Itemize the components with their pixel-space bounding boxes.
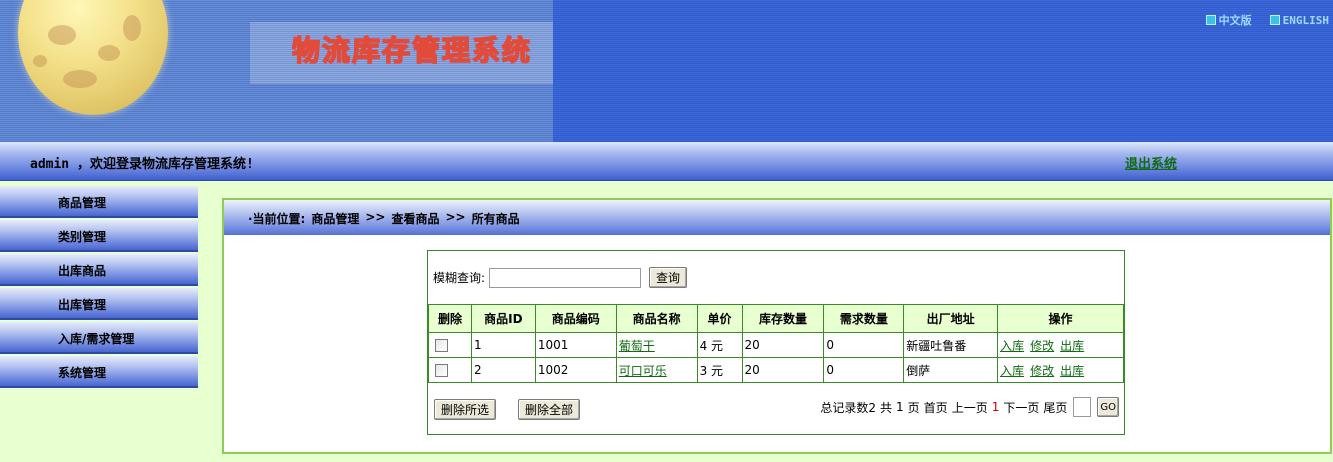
goods-name-cell: 葡萄干 (615, 332, 698, 358)
table-row: 1 1001 葡萄干 4 元 20 0 新疆吐鲁番 入库 修改 出库 (428, 332, 1124, 358)
banner: 物流库存管理系统 中文版 ENGLISH (0, 0, 1333, 142)
nav-item-label: 类别管理 (58, 230, 107, 244)
column-header: 出厂地址 (903, 304, 999, 333)
prev-page-link[interactable]: 上一页 (952, 399, 988, 416)
search-label: 模糊查询: (433, 271, 486, 285)
goods-name-cell: 可口可乐 (615, 357, 698, 383)
goods-origin: 新疆吐鲁番 (903, 332, 999, 358)
page-jump-input[interactable] (1073, 397, 1092, 417)
system-logo: 物流库存管理系统 (292, 33, 532, 68)
goods-table-box: 模糊查询: 查询 删除 商品ID 商品编码 商品名称 单价 库存数量 需求数量 … (427, 250, 1125, 435)
delete-selected-button[interactable]: 删除所选 (434, 399, 497, 420)
goods-name-link[interactable]: 可口可乐 (619, 364, 667, 378)
square-icon (1269, 15, 1280, 25)
goods-id: 1 (470, 332, 536, 358)
nav-item-outbound-goods[interactable]: 出库商品 (0, 254, 198, 286)
nav-item-category-management[interactable]: 类别管理 (0, 220, 198, 252)
breadcrumb-separator: >> (365, 210, 386, 224)
goods-demand: 0 (823, 332, 905, 358)
goods-origin: 倒萨 (903, 357, 999, 383)
breadcrumb-level2: 查看商品 (391, 212, 440, 226)
delete-all-button[interactable]: 删除全部 (518, 399, 581, 420)
column-header: 商品编码 (534, 304, 617, 333)
breadcrumb-level3: 所有商品 (471, 212, 520, 226)
lang-en-link[interactable]: ENGLISH (1269, 12, 1329, 28)
pages-suffix: 页 (907, 400, 920, 415)
goods-code: 1002 (534, 357, 617, 383)
pages-prefix: 共 (880, 400, 893, 415)
pager: 总记录数2 共 1 页 首页 上一页 1 下一页 尾页 GO (820, 397, 1119, 417)
outbound-link[interactable]: 出库 (1060, 362, 1084, 379)
goods-stock: 20 (741, 357, 825, 383)
nav-item-outbound-management[interactable]: 出库管理 (0, 288, 198, 320)
breadcrumb-prefix: ·当前位置: (248, 212, 306, 226)
column-header: 删除 (428, 304, 472, 333)
next-page-link[interactable]: 下一页 (1003, 399, 1039, 416)
column-header: 操作 (997, 304, 1124, 333)
goods-price: 3 元 (696, 357, 743, 383)
table-footer: 删除所选 删除全部 总记录数2 共 1 页 首页 上一页 1 下一页 尾页 GO (428, 397, 1124, 421)
inbound-link[interactable]: 入库 (1000, 337, 1024, 354)
table-row: 2 1002 可口可乐 3 元 20 0 倒萨 入库 修改 出库 (428, 357, 1124, 383)
current-page: 1 (991, 400, 1000, 414)
nav-item-system-management[interactable]: 系统管理 (0, 356, 198, 388)
square-icon (1205, 15, 1216, 25)
page-count: 1 (896, 400, 904, 414)
nav-item-label: 出库管理 (58, 298, 107, 312)
ops-cell: 入库 修改 出库 (997, 357, 1124, 383)
go-button[interactable]: GO (1097, 397, 1119, 417)
column-header: 需求数量 (823, 304, 905, 333)
logout-link[interactable]: 退出系统 (1125, 153, 1177, 172)
column-header: 商品ID (470, 304, 536, 333)
nav-item-label: 商品管理 (58, 196, 107, 210)
outbound-link[interactable]: 出库 (1060, 337, 1084, 354)
nav-item-label: 出库商品 (58, 264, 107, 278)
left-nav: 商品管理 类别管理 出库商品 出库管理 入库/需求管理 系统管理 (0, 181, 198, 462)
delete-cell (428, 332, 472, 358)
column-header: 商品名称 (615, 304, 698, 333)
inbound-link[interactable]: 入库 (1000, 362, 1024, 379)
breadcrumb-level1: 商品管理 (311, 212, 360, 226)
goods-code: 1001 (534, 332, 617, 358)
row-checkbox[interactable] (435, 363, 448, 377)
nav-item-goods-management[interactable]: 商品管理 (0, 186, 198, 218)
row-checkbox[interactable] (435, 338, 448, 352)
welcome-text: admin ，欢迎登录物流库存管理系统! (30, 157, 254, 172)
nav-item-label: 入库/需求管理 (58, 332, 135, 346)
nav-item-label: 系统管理 (58, 366, 107, 380)
breadcrumb-separator: >> (445, 210, 466, 224)
column-header: 库存数量 (741, 304, 825, 333)
nav-item-inbound-demand[interactable]: 入库/需求管理 (0, 322, 198, 354)
edit-link[interactable]: 修改 (1030, 362, 1054, 379)
last-page-link[interactable]: 尾页 (1043, 399, 1067, 416)
language-bar: 中文版 ENGLISH (1205, 12, 1329, 28)
goods-price: 4 元 (696, 332, 743, 358)
edit-link[interactable]: 修改 (1030, 337, 1054, 354)
total-records: 总记录数2 (820, 400, 876, 415)
search-input[interactable] (489, 267, 642, 288)
goods-id: 2 (470, 357, 536, 383)
first-page-link[interactable]: 首页 (924, 399, 948, 416)
breadcrumb: ·当前位置: 商品管理 >> 查看商品 >> 所有商品 (248, 210, 520, 227)
logo-text: 物流库存管理系统 (292, 34, 532, 67)
lang-cn-link[interactable]: 中文版 (1205, 12, 1252, 28)
lang-en-label: ENGLISH (1282, 13, 1329, 27)
table-header-row: 删除 商品ID 商品编码 商品名称 单价 库存数量 需求数量 出厂地址 操作 (428, 304, 1124, 333)
column-header: 单价 (696, 304, 743, 333)
goods-stock: 20 (741, 332, 825, 358)
lang-cn-label: 中文版 (1218, 14, 1252, 27)
welcome-bar: admin ，欢迎登录物流库存管理系统! 退出系统 (0, 142, 1333, 181)
delete-cell (428, 357, 472, 383)
goods-demand: 0 (823, 357, 905, 383)
goods-table: 删除 商品ID 商品编码 商品名称 单价 库存数量 需求数量 出厂地址 操作 1… (428, 304, 1124, 383)
goods-name-link[interactable]: 葡萄干 (619, 339, 655, 353)
search-button[interactable]: 查询 (649, 267, 688, 288)
panel-header: ·当前位置: 商品管理 >> 查看商品 >> 所有商品 (224, 200, 1330, 235)
search-row: 模糊查询: 查询 (433, 267, 688, 288)
ops-cell: 入库 修改 出库 (997, 332, 1124, 358)
